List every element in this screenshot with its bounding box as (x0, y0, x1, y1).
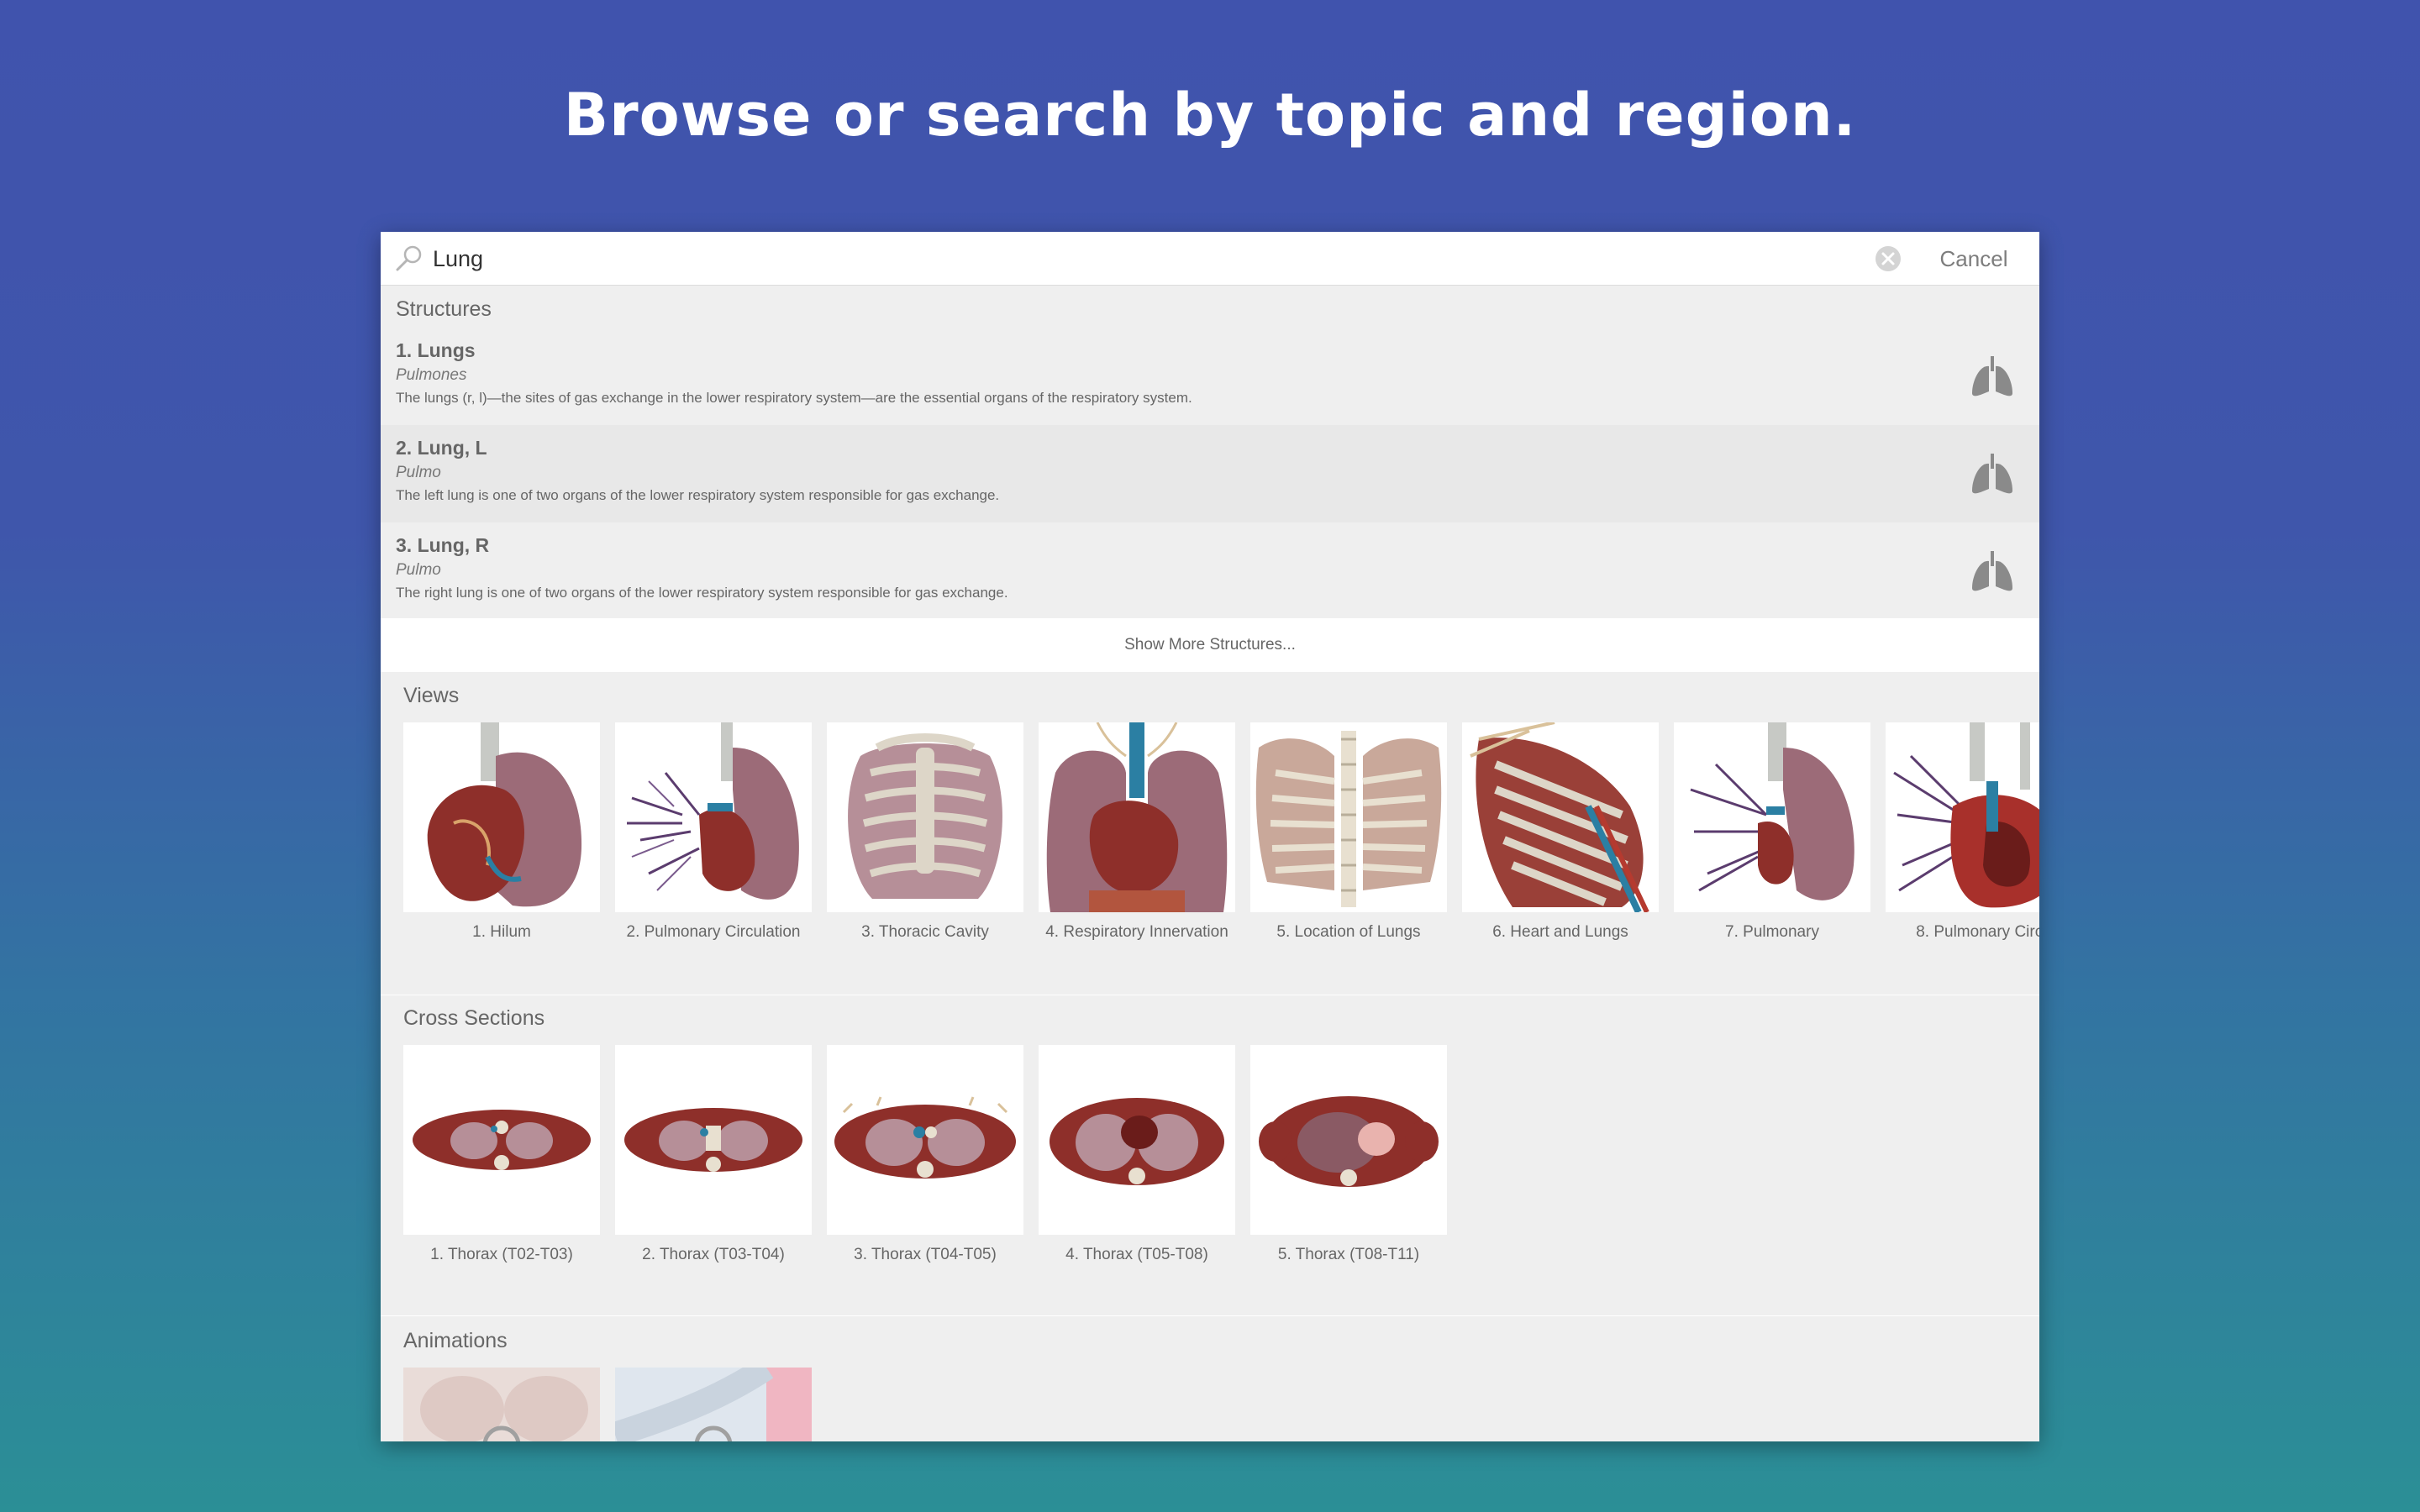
cross-section-thumbnail[interactable]: 2. Thorax (T03-T04) (615, 1045, 812, 1265)
view-image (403, 722, 600, 912)
structure-row-lungs[interactable]: 1. Lungs Pulmones The lungs (r, l)—the s… (381, 328, 2039, 425)
structure-title: 3. Lung, R (396, 534, 490, 556)
cancel-button[interactable]: Cancel (1923, 242, 2024, 276)
view-label: 8. Pulmonary Circu (1916, 923, 2039, 941)
lungs-icon (1972, 551, 2012, 591)
structure-latin-name: Pulmo (396, 464, 441, 481)
animations-heading: Animations (403, 1329, 508, 1352)
view-thumbnail[interactable]: 8. Pulmonary Circu (1886, 722, 2039, 942)
view-image (1674, 722, 1870, 912)
structure-description: The left lung is one of two organs of th… (396, 487, 1000, 503)
search-bar: Cancel (381, 232, 2039, 286)
structure-title: 2. Lung, L (396, 437, 487, 459)
view-thumbnail[interactable]: 6. Heart and Lungs (1462, 722, 1659, 942)
cross-sections-carousel[interactable]: 1. Thorax (T02-T03) 2. Thorax (T03-T04) (381, 1045, 2039, 1263)
view-image (1250, 722, 1447, 912)
view-image (615, 722, 812, 912)
search-input[interactable] (433, 240, 1693, 277)
cross-section-label: 5. Thorax (T08-T11) (1277, 1246, 1420, 1263)
structures-heading: Structures (396, 297, 492, 321)
view-thumbnail[interactable]: 4. Respiratory Innervation (1039, 722, 1235, 942)
cross-section-thumbnail[interactable]: 5. Thorax (T08-T11) (1250, 1045, 1447, 1265)
structure-latin-name: Pulmo (396, 561, 441, 579)
structure-description: The right lung is one of two organs of t… (396, 585, 1008, 601)
view-thumbnail[interactable]: 7. Pulmonary (1674, 722, 1870, 942)
cross-section-label: 2. Thorax (T03-T04) (642, 1246, 785, 1263)
view-image (1039, 722, 1235, 912)
view-image (1462, 722, 1659, 912)
search-panel: Cancel Structures 1. Lungs Pulmones The … (381, 232, 2039, 1441)
view-label: 5. Location of Lungs (1276, 923, 1421, 941)
show-more-structures-button[interactable]: Show More Structures... (381, 618, 2039, 672)
structure-latin-name: Pulmones (396, 366, 467, 384)
view-thumbnail[interactable]: 2. Pulmonary Circulation (615, 722, 812, 942)
view-image (827, 722, 1023, 912)
view-label: 2. Pulmonary Circulation (626, 923, 801, 941)
view-thumbnail[interactable]: 3. Thoracic Cavity (827, 722, 1023, 942)
animation-thumbnail[interactable] (615, 1368, 812, 1441)
structure-title: 1. Lungs (396, 339, 476, 361)
view-image (1886, 722, 2039, 912)
animation-thumbnail[interactable] (403, 1368, 600, 1441)
animation-image (615, 1368, 812, 1441)
views-heading: Views (403, 684, 460, 707)
cross-sections-heading: Cross Sections (403, 1006, 545, 1030)
animation-image (403, 1368, 600, 1441)
view-thumbnail[interactable]: 1. Hilum (403, 722, 600, 942)
views-carousel[interactable]: 1. Hilum 2. Pulmonary Circulation 3. Tho… (381, 722, 2039, 941)
view-thumbnail[interactable]: 5. Location of Lungs (1250, 722, 1447, 942)
page-headline: Browse or search by topic and region. (563, 81, 1857, 150)
clear-icon[interactable] (1873, 244, 1903, 274)
structure-row-lung-left[interactable]: 2. Lung, L Pulmo The left lung is one of… (381, 425, 2039, 522)
structure-description: The lungs (r, l)—the sites of gas exchan… (396, 390, 1192, 406)
animations-carousel[interactable] (381, 1368, 2039, 1441)
view-label: 1. Hilum (472, 923, 531, 941)
cross-section-image (1039, 1045, 1235, 1235)
cross-section-label: 3. Thorax (T04-T05) (854, 1246, 997, 1263)
cross-section-thumbnail[interactable]: 3. Thorax (T04-T05) (827, 1045, 1023, 1265)
view-label: 6. Heart and Lungs (1492, 923, 1628, 941)
view-label: 4. Respiratory Innervation (1045, 923, 1228, 941)
lungs-icon (1972, 454, 2012, 494)
cross-section-label: 4. Thorax (T05-T08) (1065, 1246, 1208, 1263)
lungs-icon (1972, 356, 2012, 396)
cross-section-thumbnail[interactable]: 1. Thorax (T02-T03) (403, 1045, 600, 1265)
cross-section-image (615, 1045, 812, 1235)
view-label: 7. Pulmonary (1725, 923, 1819, 941)
cross-section-label: 1. Thorax (T02-T03) (430, 1246, 573, 1263)
cross-section-image (1250, 1045, 1447, 1235)
cross-section-image (403, 1045, 600, 1235)
search-icon (396, 245, 422, 271)
section-divider (381, 1315, 2039, 1316)
cross-section-thumbnail[interactable]: 4. Thorax (T05-T08) (1039, 1045, 1235, 1265)
cross-section-image (827, 1045, 1023, 1235)
view-label: 3. Thoracic Cavity (861, 923, 989, 941)
structure-row-lung-right[interactable]: 3. Lung, R Pulmo The right lung is one o… (381, 522, 2039, 620)
